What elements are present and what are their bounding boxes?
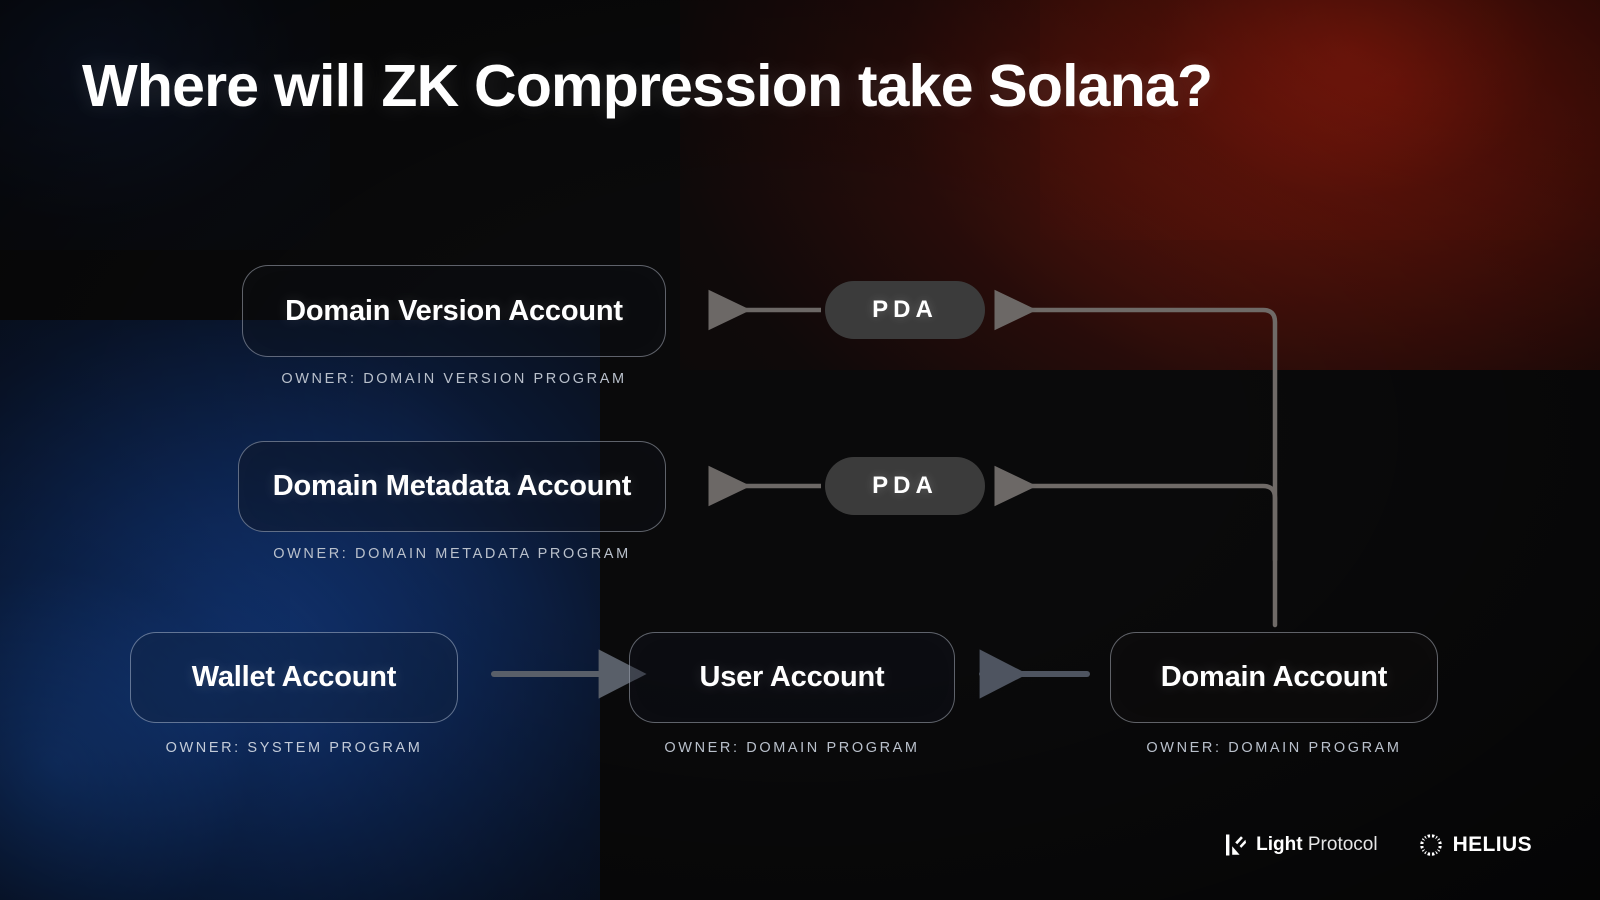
node-label: Wallet Account [191,661,397,693]
helius-sunburst-logo-icon [1418,832,1444,858]
node-caption-domain-metadata-account: OWNER: DOMAIN METADATA PROGRAM [273,546,631,562]
node-domain-metadata-account[interactable]: Domain Metadata Account [238,441,666,532]
node-caption-domain-version-account: OWNER: DOMAIN VERSION PROGRAM [281,371,627,387]
edge-domain-account-to-pda-version [994,289,1278,628]
pda-pill-domain-metadata[interactable]: PDA [825,457,985,515]
pda-pill-domain-version[interactable]: PDA [825,281,985,339]
edge-domain-account-to-pda-metadata [994,465,1278,563]
light-protocol-name-light: Protocol [1307,834,1378,855]
light-protocol-logo-text: Light Protocol [1256,834,1377,856]
node-label: Domain Version Account [285,294,623,327]
diagram-canvas: Domain Version Account OWNER: DOMAIN VER… [0,0,1600,900]
node-caption-user-account: OWNER: DOMAIN PROGRAM [664,740,920,756]
pda-pill-label: PDA [872,472,938,499]
light-protocol-logo-icon [1225,833,1247,857]
node-user-account[interactable]: User Account [629,632,955,723]
node-label: User Account [699,661,885,693]
node-caption-wallet-account: OWNER: SYSTEM PROGRAM [165,740,423,756]
node-domain-version-account[interactable]: Domain Version Account [242,265,666,357]
helius-logo[interactable]: HELIUS [1418,832,1532,858]
slide-canvas: Where will ZK Compression take Solana? D… [0,0,1600,900]
node-wallet-account[interactable]: Wallet Account [130,632,458,723]
pda-pill-label: PDA [872,296,938,323]
light-protocol-logo[interactable]: Light Protocol [1225,833,1378,857]
node-label: Domain Account [1160,661,1388,693]
node-domain-account[interactable]: Domain Account [1110,632,1438,723]
node-label: Domain Metadata Account [272,470,632,502]
light-protocol-name-bold: Light [1256,834,1303,855]
diagram-connectors [491,289,1278,699]
node-caption-domain-account: OWNER: DOMAIN PROGRAM [1146,740,1402,756]
footer-logos: Light Protocol HELIUS [1225,832,1532,858]
helius-logo-text: HELIUS [1452,833,1532,856]
